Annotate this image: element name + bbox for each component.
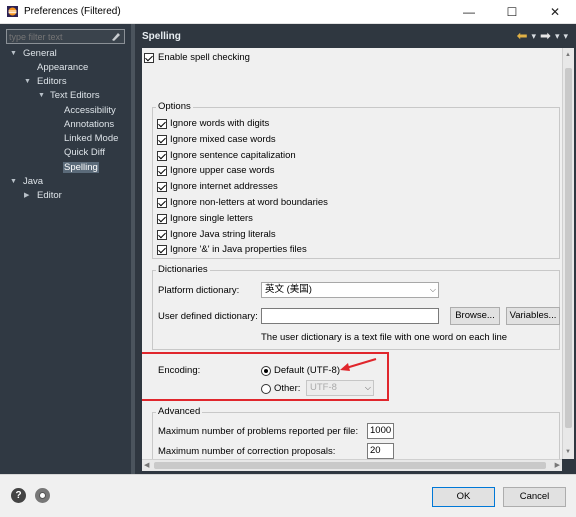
filter-input[interactable] [9, 31, 109, 43]
spelling-settings-content: Enable spell checking Options Ignore wor… [142, 48, 562, 459]
enable-spell-checking-checkbox[interactable] [144, 53, 154, 63]
advanced-group-title: Advanced [156, 406, 203, 418]
platform-dictionary-select[interactable]: 英文 (美国) ⌵ [261, 282, 439, 298]
option-checkbox[interactable] [157, 151, 167, 161]
tree-label: Annotations [64, 119, 115, 130]
browse-button[interactable]: Browse... [450, 307, 500, 325]
enable-spell-checking-label: Enable spell checking [158, 52, 250, 63]
option-checkbox[interactable] [157, 230, 167, 240]
option-checkbox[interactable] [157, 166, 167, 176]
horizontal-scrollbar[interactable]: ◀ ▶ [142, 459, 562, 471]
page-title: Spelling [142, 31, 181, 42]
dictionaries-group-title: Dictionaries [156, 264, 210, 276]
minimize-button[interactable]: — [448, 0, 490, 24]
close-button[interactable]: ✕ [534, 0, 576, 24]
expand-general-icon[interactable]: ▼ [10, 47, 18, 61]
annotation-arrow-icon [340, 358, 377, 371]
cancel-button[interactable]: Cancel [503, 487, 566, 507]
option-checkbox[interactable] [157, 182, 167, 192]
option-label: Ignore mixed case words [170, 134, 276, 145]
tree-label: Text Editors [50, 90, 100, 101]
option-label: Ignore single letters [170, 213, 253, 224]
preference-tree-pane: ▼ General Appearance ▼ Editors ▼ Text Ed… [0, 24, 131, 474]
tree-label: Appearance [37, 62, 89, 73]
tree-label: Accessibility [64, 105, 116, 116]
max-problems-label: Maximum number of problems reported per … [158, 426, 359, 437]
user-dictionary-input[interactable] [261, 308, 439, 324]
tree-item-general[interactable]: General [23, 47, 57, 61]
tree-item-text-editors[interactable]: Text Editors [50, 89, 100, 103]
option-checkbox[interactable] [157, 119, 167, 129]
tree-item-java[interactable]: Java [23, 175, 43, 189]
option-label: Ignore non-letters at word boundaries [170, 197, 328, 208]
tree-item-editor[interactable]: Editor [37, 189, 62, 203]
tree-label: Linked Mode [64, 133, 119, 144]
scroll-down-icon[interactable]: ▼ [565, 449, 571, 455]
tree-label: Editor [37, 190, 62, 201]
option-checkbox[interactable] [157, 245, 167, 255]
oomph-record-icon[interactable] [35, 488, 50, 503]
view-menu-icon[interactable]: ▾ [563, 31, 568, 42]
tree-item-accessibility[interactable]: Accessibility [64, 104, 116, 118]
filter-box[interactable] [6, 29, 125, 44]
tree-item-appearance[interactable]: Appearance [37, 61, 88, 75]
dialog-footer: ? OK Cancel [0, 474, 576, 517]
option-label: Ignore Java string literals [170, 229, 276, 240]
eclipse-app-icon [7, 6, 18, 17]
window-title: Preferences (Filtered) [24, 6, 121, 17]
user-dictionary-label: User defined dictionary: [158, 311, 258, 322]
option-label: Ignore words with digits [170, 118, 270, 129]
back-arrow-icon[interactable]: ⬅ [517, 28, 528, 44]
tree-item-linked-mode[interactable]: Linked Mode [64, 132, 118, 146]
back-menu-chevron-icon[interactable]: ▾ [532, 31, 537, 42]
collapse-editor-icon[interactable]: ▶ [24, 189, 32, 203]
chevron-down-icon: ⌵ [429, 285, 436, 294]
scroll-left-icon[interactable]: ◀ [144, 461, 149, 469]
tree-item-quick-diff[interactable]: Quick Diff [64, 146, 105, 160]
page-nav: ⬅ ▾ ➡ ▾ ▾ [517, 28, 568, 44]
vertical-scrollbar[interactable]: ▲ ▼ [562, 48, 574, 459]
option-label: Ignore internet addresses [170, 181, 278, 192]
tree-label: Java [23, 176, 44, 187]
tree-label: Editors [37, 76, 67, 87]
maximize-button[interactable]: ☐ [491, 0, 533, 24]
max-problems-input[interactable]: 1000 [367, 423, 394, 439]
help-icon[interactable]: ? [11, 488, 26, 503]
scroll-right-icon[interactable]: ▶ [555, 461, 560, 469]
user-dictionary-note: The user dictionary is a text file with … [261, 332, 508, 343]
option-checkbox[interactable] [157, 198, 167, 208]
forward-menu-chevron-icon[interactable]: ▾ [555, 31, 560, 42]
ok-button[interactable]: OK [432, 487, 495, 507]
vertical-scroll-thumb[interactable] [565, 68, 572, 428]
clear-filter-icon[interactable] [110, 31, 121, 42]
expand-java-icon[interactable]: ▼ [10, 175, 18, 189]
preference-page-pane: Spelling ⬅ ▾ ➡ ▾ ▾ Enable spell checking… [135, 24, 576, 474]
expand-text-editors-icon[interactable]: ▼ [38, 89, 46, 103]
option-label: Ignore sentence capitalization [170, 150, 296, 161]
title-bar: Preferences (Filtered) — ☐ ✕ [0, 0, 576, 24]
tree-label: Spelling [63, 162, 99, 173]
horizontal-scroll-thumb[interactable] [154, 462, 546, 469]
option-label: Ignore '&' in Java properties files [170, 244, 307, 255]
option-label: Ignore upper case words [170, 165, 275, 176]
tree-label: Quick Diff [64, 147, 106, 158]
expand-editors-icon[interactable]: ▼ [24, 75, 32, 89]
option-checkbox[interactable] [157, 135, 167, 145]
tree-label: General [23, 48, 57, 59]
max-corrections-input[interactable]: 20 [367, 443, 394, 459]
options-group-title: Options [156, 101, 193, 113]
option-checkbox[interactable] [157, 214, 167, 224]
tree-item-editors[interactable]: Editors [37, 75, 67, 89]
platform-dictionary-value: 英文 (美国) [265, 284, 312, 295]
scroll-up-icon[interactable]: ▲ [565, 52, 571, 58]
variables-button[interactable]: Variables... [506, 307, 560, 325]
tree-item-spelling[interactable]: Spelling [63, 161, 99, 175]
tree-item-annotations[interactable]: Annotations [64, 118, 114, 132]
platform-dictionary-label: Platform dictionary: [158, 285, 240, 296]
max-corrections-label: Maximum number of correction proposals: [158, 446, 336, 457]
forward-arrow-icon[interactable]: ➡ [540, 28, 551, 44]
